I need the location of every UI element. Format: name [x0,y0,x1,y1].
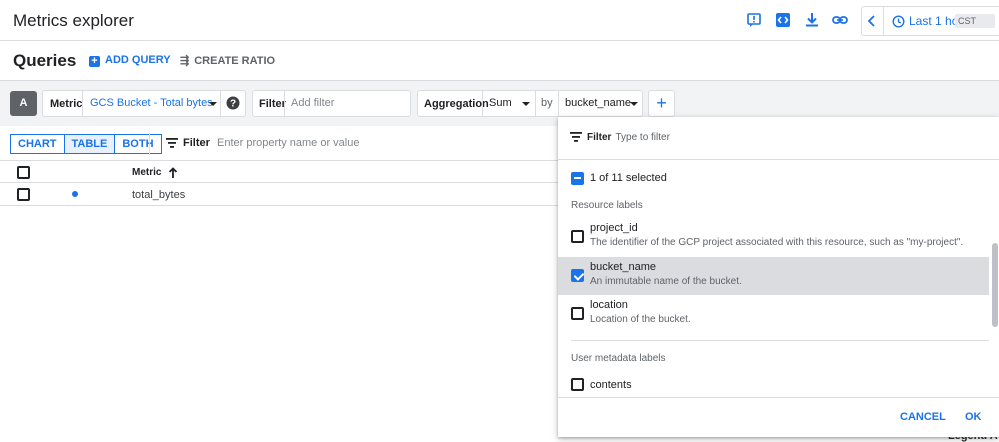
chevron-down-icon [209,102,217,106]
filter-list-icon [570,132,582,145]
table-filter-input[interactable]: Enter property name or value [217,137,359,149]
selection-count: 1 of 11 selected [590,172,667,184]
option-name: contents [590,379,632,391]
table-header: Metric [0,160,560,183]
column-header-metric[interactable]: Metric [132,167,161,178]
merge-arrow-icon: ⇶ [180,55,190,67]
option-bucket-name[interactable]: bucket_name An immutable name of the buc… [558,257,989,295]
tab-chart[interactable]: CHART [10,134,65,154]
svg-text:?: ? [230,99,236,110]
row-checkbox[interactable] [17,188,30,201]
chevron-down-icon [522,102,530,106]
download-icon[interactable] [804,12,820,28]
table-row[interactable]: total_bytes [0,183,560,206]
chevron-down-icon [630,102,638,106]
group-by-dropdown: Filter Type to filter 1 of 11 selected Re… [558,117,999,437]
series-color-dot [72,191,78,197]
ok-button[interactable]: OK [965,411,982,423]
tab-both[interactable]: BOTH [115,134,162,154]
arrow-up-icon[interactable] [168,166,178,184]
option-name: location [590,299,628,311]
metric-select[interactable]: Metric GCS Bucket - Total bytes [42,90,246,117]
table-filter-button[interactable]: Filter [166,137,210,151]
by-label: by [541,97,553,109]
select-all-indeterminate-checkbox[interactable] [571,172,584,185]
feedback-icon[interactable] [746,12,762,28]
add-query-button[interactable]: + ADD QUERY [89,54,171,67]
option-checkbox[interactable] [571,230,584,243]
add-box-icon: + [89,56,100,67]
create-ratio-button[interactable]: ⇶ CREATE RATIO [180,54,275,67]
metric-label: Metric [50,98,83,110]
timezone-badge[interactable]: CST [955,14,995,28]
chevron-left-icon [867,15,875,27]
metric-cell: total_bytes [132,189,186,201]
aggregation-field: Aggregation Sum by bucket_name [417,90,643,117]
filter-field[interactable]: Filter Add filter [252,90,411,117]
group-by-select[interactable]: bucket_name [565,97,631,109]
scrollbar-thumb[interactable] [992,243,998,327]
link-icon[interactable] [832,12,848,28]
filter-input[interactable]: Add filter [291,97,334,109]
page-title: Metrics explorer [13,11,134,30]
user-metadata-labels-heading: User metadata labels [571,353,666,364]
tab-table[interactable]: TABLE [64,134,116,154]
previous-range-button[interactable] [862,7,884,35]
add-query-label: ADD QUERY [105,54,171,66]
clock-icon [892,15,905,31]
option-project-id[interactable]: project_id The identifier of the GCP pro… [558,218,989,256]
select-all-checkbox[interactable] [17,166,30,179]
option-description: An immutable name of the bucket. [590,276,742,287]
panel-filter-input[interactable]: Type to filter [615,132,669,143]
query-letter-badge[interactable]: A [10,91,37,116]
resource-labels-heading: Resource labels [571,200,643,211]
option-name: project_id [590,222,638,234]
create-ratio-label: CREATE RATIO [194,55,276,67]
top-bar: Metrics explorer Last 1 hour CST [0,0,999,41]
panel-filter-label: Filter [587,132,612,143]
option-description: The identifier of the GCP project associ… [590,237,964,248]
option-checkbox[interactable] [571,378,584,391]
help-icon[interactable]: ? [226,96,240,110]
add-group-by-button[interactable]: + [648,90,675,117]
view-toggle: CHART TABLE BOTH [10,134,162,154]
divider [558,159,999,160]
divider [149,133,150,155]
code-icon[interactable] [775,12,791,28]
filter-label: Filter [259,98,286,110]
divider [558,397,999,398]
cancel-button[interactable]: CANCEL [900,411,946,423]
option-description: Location of the bucket. [590,314,691,325]
option-checkbox[interactable] [571,307,584,320]
option-location[interactable]: location Location of the bucket. [558,295,989,333]
panel-filter[interactable]: Filter Type to filter [570,132,670,145]
aggregation-label: Aggregation [424,98,489,110]
option-contents[interactable]: contents [558,373,989,397]
aggregation-select[interactable]: Sum [489,97,512,109]
queries-title: Queries [13,51,77,70]
plus-icon: + [656,93,667,113]
filter-list-icon [166,138,178,151]
option-checkbox[interactable] [571,269,584,282]
metric-value: GCS Bucket - Total bytes [90,97,213,109]
divider [571,340,989,341]
option-name: bucket_name [590,261,657,273]
table-filter-label: Filter [183,137,210,149]
